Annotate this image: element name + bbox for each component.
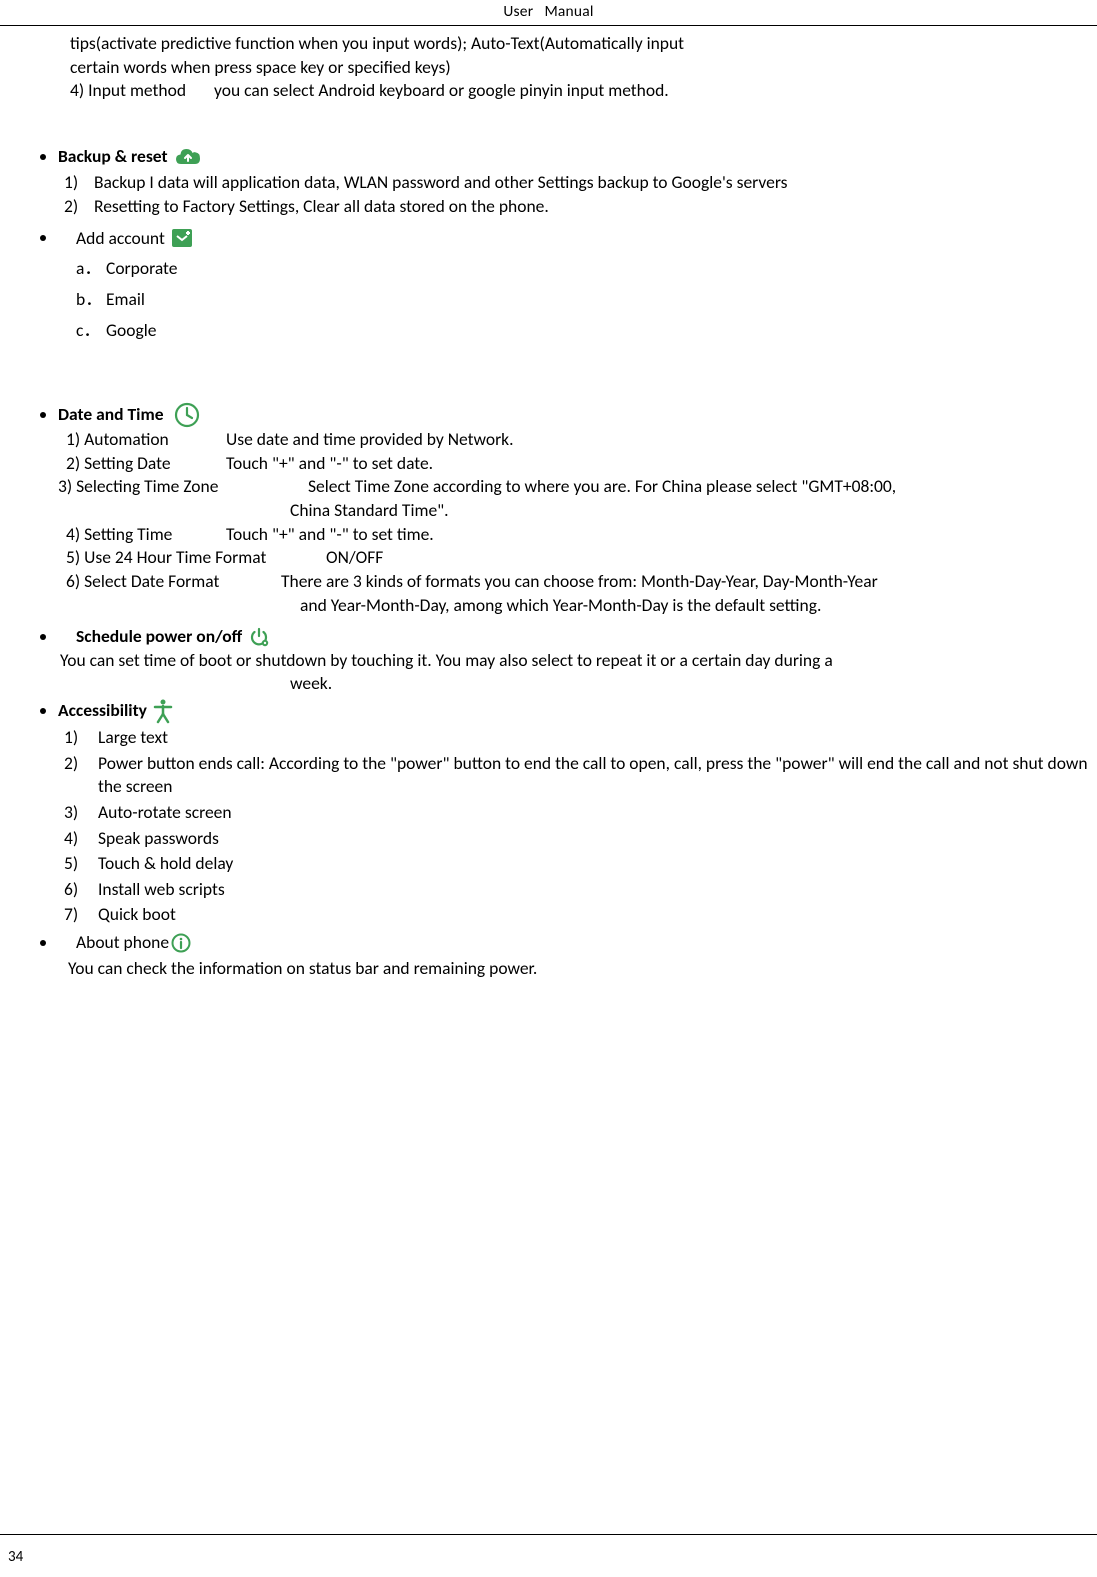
accessibility-power-button-prefix: Power button ends call:	[98, 752, 269, 774]
datetime-24hour-label: 5) Use 24 Hour Time Format	[66, 546, 326, 570]
section-add-account: Add account	[40, 227, 1097, 251]
bullet-icon	[40, 412, 46, 418]
section-about-phone: About phone	[40, 931, 1097, 955]
list-letter: a．	[76, 257, 106, 281]
accessibility-auto-rotate-text: Auto-rotate screen	[98, 801, 1097, 825]
datetime-automation: 1) Automation Use date and time provided…	[66, 428, 1097, 452]
add-account-corporate-text: Corporate	[106, 257, 1097, 281]
list-number: 6)	[64, 878, 98, 902]
list-letter: c．	[76, 319, 106, 343]
list-number: 5)	[64, 852, 98, 876]
accessibility-quick-boot-text: Quick boot	[98, 903, 1097, 927]
schedule-desc-1: You can set time of boot or shutdown by …	[60, 649, 1097, 673]
header-word-manual: Manual	[544, 2, 593, 21]
backup-item-2: 2) Resetting to Factory Settings, Clear …	[64, 195, 1097, 219]
accessibility-person-icon	[153, 698, 173, 724]
add-account-title: Add account	[76, 227, 165, 251]
add-account-google-text: Google	[106, 319, 1097, 343]
accessibility-item-large-text: 1) Large text	[64, 726, 1097, 750]
section-date-time: Date and Time	[40, 402, 1097, 428]
list-number: 3)	[64, 801, 98, 825]
datetime-24hour-text: ON/OFF	[326, 546, 1097, 570]
section-schedule-power: Schedule power on/off	[40, 625, 1097, 649]
bullet-icon	[40, 708, 46, 714]
bullet-icon	[40, 634, 46, 640]
add-account-item-email: b． Email	[76, 288, 1097, 312]
add-account-item-google: c． Google	[76, 319, 1097, 343]
backup-cloud-icon	[174, 146, 202, 168]
footer-rule	[0, 1534, 1097, 1535]
bullet-icon	[40, 940, 46, 946]
bullet-icon	[40, 154, 46, 160]
accessibility-item-touch-hold: 5) Touch & hold delay	[64, 852, 1097, 876]
section-accessibility: Accessibility	[40, 698, 1097, 724]
list-number: 2)	[64, 195, 94, 219]
date-time-title: Date and Time	[58, 403, 164, 427]
schedule-desc-2: week.	[290, 672, 1097, 696]
intro-line-3-text: you can select Android keyboard or googl…	[214, 79, 669, 103]
datetime-date-format-label: 6) Select Date Format	[66, 570, 281, 594]
accessibility-item-install-web-scripts: 6) Install web scripts	[64, 878, 1097, 902]
intro-line-1: tips(activate predictive function when y…	[70, 32, 1087, 56]
backup-item-1-text: Backup I data will application data, WLA…	[94, 171, 1097, 195]
accessibility-install-web-scripts-text: Install web scripts	[98, 878, 1097, 902]
accessibility-item-quick-boot: 7) Quick boot	[64, 903, 1097, 927]
datetime-timezone-cont: China Standard Time".	[290, 499, 1097, 523]
schedule-power-title: Schedule power on/off	[76, 625, 242, 649]
backup-reset-title: Backup & reset	[58, 145, 168, 169]
datetime-setting-time-label: 4) Setting Time	[66, 523, 226, 547]
datetime-setting-time-text: Touch "+" and "-" to set time.	[226, 523, 1097, 547]
intro-line-2: certain words when press space key or sp…	[70, 56, 1087, 80]
backup-item-1: 1) Backup I data will application data, …	[64, 171, 1097, 195]
bullet-icon	[40, 235, 46, 241]
list-number: 1)	[64, 726, 98, 750]
about-phone-desc: You can check the information on status …	[68, 957, 1097, 981]
accessibility-power-button-text: Power button ends call: According to the…	[98, 752, 1097, 799]
datetime-setting-date-text: Touch "+" and "-" to set date.	[226, 452, 1097, 476]
info-icon	[171, 933, 191, 953]
list-number: 2)	[64, 752, 98, 799]
accessibility-touch-hold-text: Touch & hold delay	[98, 852, 1097, 876]
list-number: 7)	[64, 903, 98, 927]
intro-line-3-label: 4) Input method	[70, 79, 186, 103]
accessibility-large-text: Large text	[98, 726, 1097, 750]
accessibility-speak-passwords-text: Speak passwords	[98, 827, 1097, 851]
backup-item-2-text: Resetting to Factory Settings, Clear all…	[94, 195, 1097, 219]
power-icon	[248, 626, 270, 648]
accessibility-title: Accessibility	[58, 699, 147, 723]
datetime-setting-time: 4) Setting Time Touch "+" and "-" to set…	[66, 523, 1097, 547]
list-letter: b．	[76, 288, 106, 312]
datetime-date-format-cont: and Year-Month-Day, among which Year-Mon…	[300, 594, 1097, 618]
section-backup-reset: Backup & reset	[40, 145, 1097, 169]
page-number: 34	[8, 1547, 23, 1567]
accessibility-item-auto-rotate: 3) Auto-rotate screen	[64, 801, 1097, 825]
intro-block: tips(activate predictive function when y…	[70, 32, 1087, 103]
add-account-icon	[171, 228, 193, 248]
accessibility-item-speak-passwords: 4) Speak passwords	[64, 827, 1097, 851]
datetime-date-format: 6) Select Date Format There are 3 kinds …	[66, 570, 1097, 594]
add-account-email-text: Email	[106, 288, 1097, 312]
accessibility-item-power-button: 2) Power button ends call: According to …	[64, 752, 1097, 799]
list-number: 1)	[64, 171, 94, 195]
datetime-selecting-timezone: 3) Selecting Time Zone Select Time Zone …	[58, 475, 1097, 499]
datetime-setting-date: 2) Setting Date Touch "+" and "-" to set…	[66, 452, 1097, 476]
list-number: 4)	[64, 827, 98, 851]
datetime-automation-label: 1) Automation	[66, 428, 226, 452]
datetime-automation-text: Use date and time provided by Network.	[226, 428, 1097, 452]
datetime-24hour: 5) Use 24 Hour Time Format ON/OFF	[66, 546, 1097, 570]
clock-icon	[174, 402, 200, 428]
datetime-timezone-label: 3) Selecting Time Zone	[58, 475, 308, 499]
add-account-item-corporate: a． Corporate	[76, 257, 1097, 281]
page-header: User Manual	[0, 0, 1097, 26]
datetime-timezone-text: Select Time Zone according to where you …	[308, 475, 1097, 499]
datetime-date-format-text: There are 3 kinds of formats you can cho…	[281, 570, 1097, 594]
header-word-user: User	[503, 2, 533, 21]
datetime-setting-date-label: 2) Setting Date	[66, 452, 226, 476]
about-phone-title: About phone	[76, 931, 169, 955]
